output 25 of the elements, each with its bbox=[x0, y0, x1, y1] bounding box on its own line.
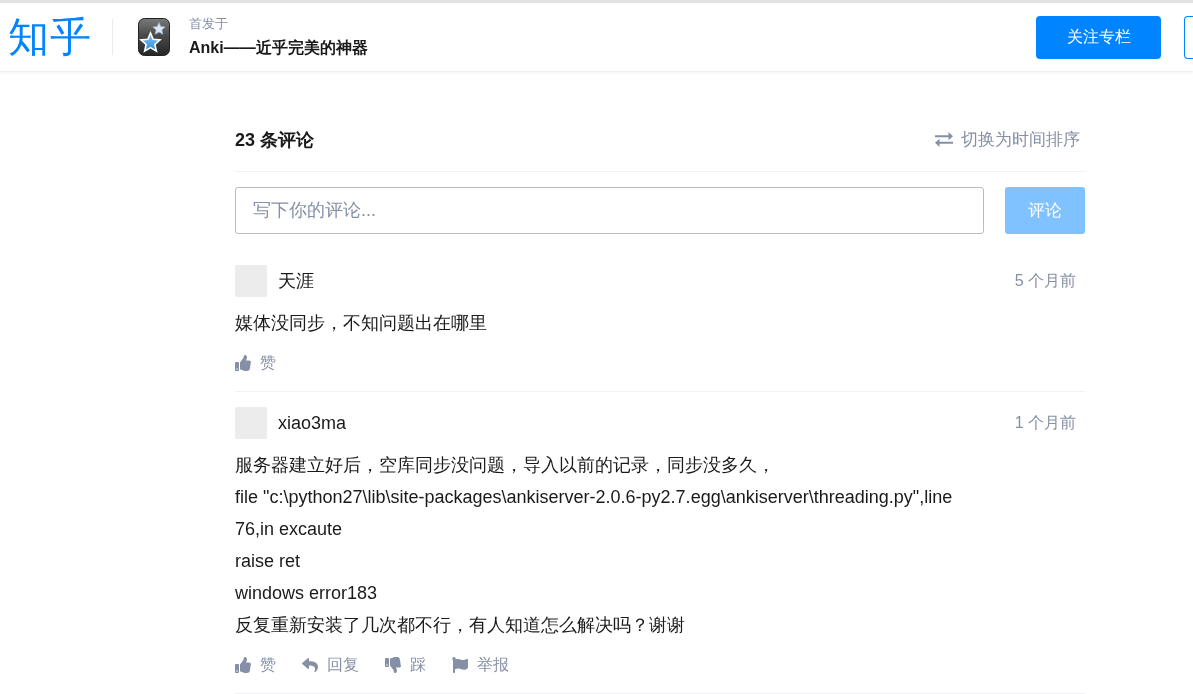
follow-button[interactable]: 关注专栏 bbox=[1036, 15, 1161, 59]
thumbs-up-icon bbox=[235, 657, 251, 673]
comment-count-title: 23 条评论 bbox=[235, 128, 315, 152]
author-name[interactable]: xiao3ma bbox=[278, 412, 347, 434]
column-title[interactable]: Anki——近乎完美的神器 bbox=[189, 38, 368, 58]
author-name[interactable]: 天涯 bbox=[278, 269, 314, 293]
reply-arrow-icon bbox=[302, 657, 318, 673]
comment-text: 媒体没同步，不知问题出在哪里 bbox=[235, 312, 488, 335]
site-logo[interactable]: 知乎 bbox=[8, 16, 92, 58]
sort-toggle[interactable]: 切换为时间排序 bbox=[935, 128, 1080, 151]
comment-time: 1 个月前 bbox=[1014, 412, 1076, 433]
comment-text: 服务器建立好后，空库同步没问题，导入以前的记录，同步没多久， file "c:\python27\lib\site-packages\ankiserver-2.0.6-py2.7.egg\ankiserver\threading.py",line 76,in excaute raise ret windows error183 反复重新安装了几次都不行，有人知道怎么解决吗？谢谢 bbox=[235, 454, 954, 637]
flag-icon bbox=[452, 657, 468, 673]
outlined-button[interactable] bbox=[1184, 15, 1193, 59]
like-button[interactable]: 赞 bbox=[235, 351, 276, 375]
dislike-button[interactable]: 踩 bbox=[385, 653, 426, 677]
thumbs-up-icon bbox=[235, 355, 251, 371]
column-label: 首发于 bbox=[189, 16, 229, 32]
star-app-icon bbox=[138, 18, 170, 56]
report-button[interactable]: 举报 bbox=[452, 653, 509, 677]
comment-time: 5 个月前 bbox=[1014, 270, 1076, 291]
swap-icon bbox=[935, 132, 953, 147]
like-button[interactable]: 赞 bbox=[235, 653, 276, 677]
thumbs-down-icon bbox=[385, 657, 401, 673]
reply-button[interactable]: 回复 bbox=[302, 653, 359, 677]
